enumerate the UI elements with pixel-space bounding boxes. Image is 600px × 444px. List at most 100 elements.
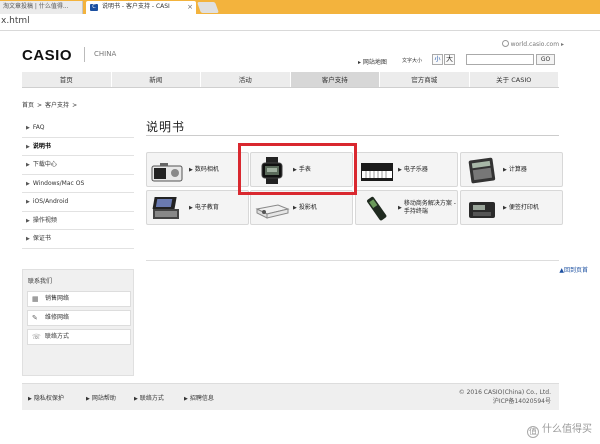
triangle-right-icon: ▶ xyxy=(293,204,297,211)
footer-link-label: 网站帮助 xyxy=(91,395,116,402)
card-digital-camera[interactable]: ▶ 数码相机 xyxy=(146,152,249,187)
contact-methods[interactable]: ☏ 联络方式 xyxy=(27,329,131,345)
breadcrumb-support[interactable]: 客户支持 xyxy=(45,102,69,109)
contact-repair-network[interactable]: ✎ 维修网络 xyxy=(27,310,131,326)
url-text: x.html xyxy=(1,16,30,26)
world-site-link[interactable]: world.casio.com ▸ xyxy=(501,40,564,48)
breadcrumb-sep: > xyxy=(72,102,78,109)
projector-icon xyxy=(255,204,290,219)
watermark-logo-icon: 值 xyxy=(527,426,539,438)
contact-sales-network[interactable]: ▦ 销售网络 xyxy=(27,291,131,307)
card-label-text: 电子乐器 xyxy=(403,165,428,173)
triangle-right-icon: ▶ xyxy=(26,125,30,131)
contact-item-label: 维修网络 xyxy=(45,314,70,321)
triangle-right-icon: ▶ xyxy=(26,199,30,205)
address-bar[interactable]: x.html xyxy=(0,14,600,31)
world-link-text: world.casio.com xyxy=(510,41,560,48)
contact-item-label: 联络方式 xyxy=(45,333,70,340)
casio-favicon-icon: C xyxy=(90,4,98,11)
e-dictionary-icon xyxy=(152,197,179,219)
sidebar-item-label: 说明书 xyxy=(32,142,51,150)
content-divider xyxy=(146,260,559,261)
search-go-button[interactable]: GO xyxy=(536,54,555,65)
footer-link-help[interactable]: ▶ 网站帮助 xyxy=(86,393,116,402)
search-input[interactable] xyxy=(466,54,534,65)
sidebar: ▶ FAQ ▶ 说明书 ▶ 下载中心 ▶ Windows/Mac OS ▶ iOS/And… xyxy=(22,119,134,249)
sidebar-item-label: Windows/Mac OS xyxy=(32,179,85,187)
triangle-right-icon: ▶ xyxy=(134,396,138,402)
triangle-right-icon: ▶ xyxy=(26,180,30,187)
sidebar-item-ios-android[interactable]: ▶ iOS/Android xyxy=(22,193,134,212)
triangle-right-icon: ▶ xyxy=(26,236,30,242)
sidebar-item-videos[interactable]: ▶ 操作视频 xyxy=(22,212,134,230)
card-mobile-business[interactable]: ▶ 移动商务解决方案 - 手持终端 xyxy=(355,190,458,225)
font-small-button[interactable]: 小 xyxy=(432,54,443,65)
camera-icon xyxy=(151,163,183,182)
label-printer-icon xyxy=(469,202,495,218)
copyright-text: © 2016 CASIO(China) Co., Ltd. xyxy=(458,389,551,396)
triangle-right-icon: ▶ xyxy=(503,204,507,211)
phone-icon: ☏ xyxy=(32,333,41,341)
triangle-right-icon: ▶ xyxy=(86,396,90,402)
font-large-button[interactable]: 大 xyxy=(444,54,455,65)
card-label-text: 数码相机 xyxy=(194,165,219,173)
title-divider xyxy=(146,135,559,136)
card-electronic-education[interactable]: ▶ 电子教育 xyxy=(146,190,249,225)
sidebar-item-downloads[interactable]: ▶ 下载中心 xyxy=(22,156,134,175)
sidebar-item-label: iOS/Android xyxy=(32,198,69,205)
card-calculator[interactable]: ▶ 计算器 xyxy=(460,152,563,187)
breadcrumb-home[interactable]: 首页 xyxy=(22,102,34,109)
copyright: © 2016 CASIO(China) Co., Ltd. 沪ICP备14020… xyxy=(459,388,551,406)
sidebar-item-label: FAQ xyxy=(32,124,45,131)
icp-number: 沪ICP备14020594号 xyxy=(492,398,551,405)
card-label: ▶ 计算器 xyxy=(503,153,527,186)
contact-item-label: 销售网络 xyxy=(45,295,70,302)
nav-store[interactable]: 官方商城 xyxy=(380,72,470,87)
contact-title: 联系我们 xyxy=(28,278,53,285)
card-electronic-instruments[interactable]: ▶ 电子乐器 xyxy=(355,152,458,187)
back-to-top-link[interactable]: ▲回到页首 xyxy=(559,265,588,274)
nav-events[interactable]: 活动 xyxy=(201,72,291,87)
globe-icon xyxy=(501,40,509,47)
sidebar-item-windows-mac[interactable]: ▶ Windows/Mac OS xyxy=(22,175,134,193)
country-label: CHINA xyxy=(94,50,117,58)
sidebar-item-warranty[interactable]: ▶ 保证书 xyxy=(22,230,134,249)
card-label-text: 投影机 xyxy=(298,203,317,211)
card-label-text: 电子教育 xyxy=(194,203,219,211)
sitemap-text: 网站地图 xyxy=(362,59,387,66)
card-projector[interactable]: ▶ 投影机 xyxy=(250,190,353,225)
footer-link-contact[interactable]: ▶ 联络方式 xyxy=(134,393,164,402)
nav-support[interactable]: 客户支持 xyxy=(290,72,380,87)
triangle-right-icon: ▶ xyxy=(28,396,32,402)
sitemap-link[interactable]: ▸ 网站地图 xyxy=(358,57,387,66)
footer-link-jobs[interactable]: ▶ 招聘信息 xyxy=(184,393,214,402)
highlight-box xyxy=(238,143,357,195)
main-nav: 首页 新闻 活动 客户支持 官方商城 关于 CASIO xyxy=(22,72,559,88)
new-tab-button[interactable] xyxy=(196,2,220,13)
triangle-right-icon: ▶ xyxy=(184,396,188,402)
footer-link-privacy[interactable]: ▶ 隐私权保护 xyxy=(28,393,64,402)
triangle-right-icon: ▶ xyxy=(189,204,193,211)
sidebar-item-manuals[interactable]: ▶ 说明书 xyxy=(22,138,134,156)
calculator-icon xyxy=(468,157,496,184)
close-icon[interactable]: × xyxy=(187,1,193,13)
nav-news[interactable]: 新闻 xyxy=(112,72,201,87)
triangle-right-icon: ▶ xyxy=(26,143,30,150)
card-label: ▶ 投影机 xyxy=(293,191,317,224)
browser-tab-1[interactable]: 淘文章投稿 | 什么值得... xyxy=(0,1,83,14)
triangle-right-icon: ▶ xyxy=(398,204,402,211)
footer-link-label: 招聘信息 xyxy=(189,395,214,402)
sidebar-item-label: 保证书 xyxy=(32,235,51,242)
store-icon: ▦ xyxy=(32,295,39,303)
card-label: ▶ 电子乐器 xyxy=(398,153,428,186)
card-label-printer[interactable]: ▶ 便签打印机 xyxy=(460,190,563,225)
breadcrumb-sep: > xyxy=(37,102,43,109)
casio-logo[interactable]: CASIO xyxy=(22,47,72,64)
nav-home[interactable]: 首页 xyxy=(22,72,112,87)
nav-about[interactable]: 关于 CASIO xyxy=(470,72,559,87)
handheld-terminal-icon xyxy=(367,196,387,221)
sidebar-item-faq[interactable]: ▶ FAQ xyxy=(22,119,134,138)
browser-tab-2[interactable]: C 说明书 - 客户支持 - CASI × xyxy=(86,1,196,14)
page-title: 说明书 xyxy=(146,120,186,134)
card-label-text: 移动商务解决方案 - 手持终端 xyxy=(403,199,456,215)
